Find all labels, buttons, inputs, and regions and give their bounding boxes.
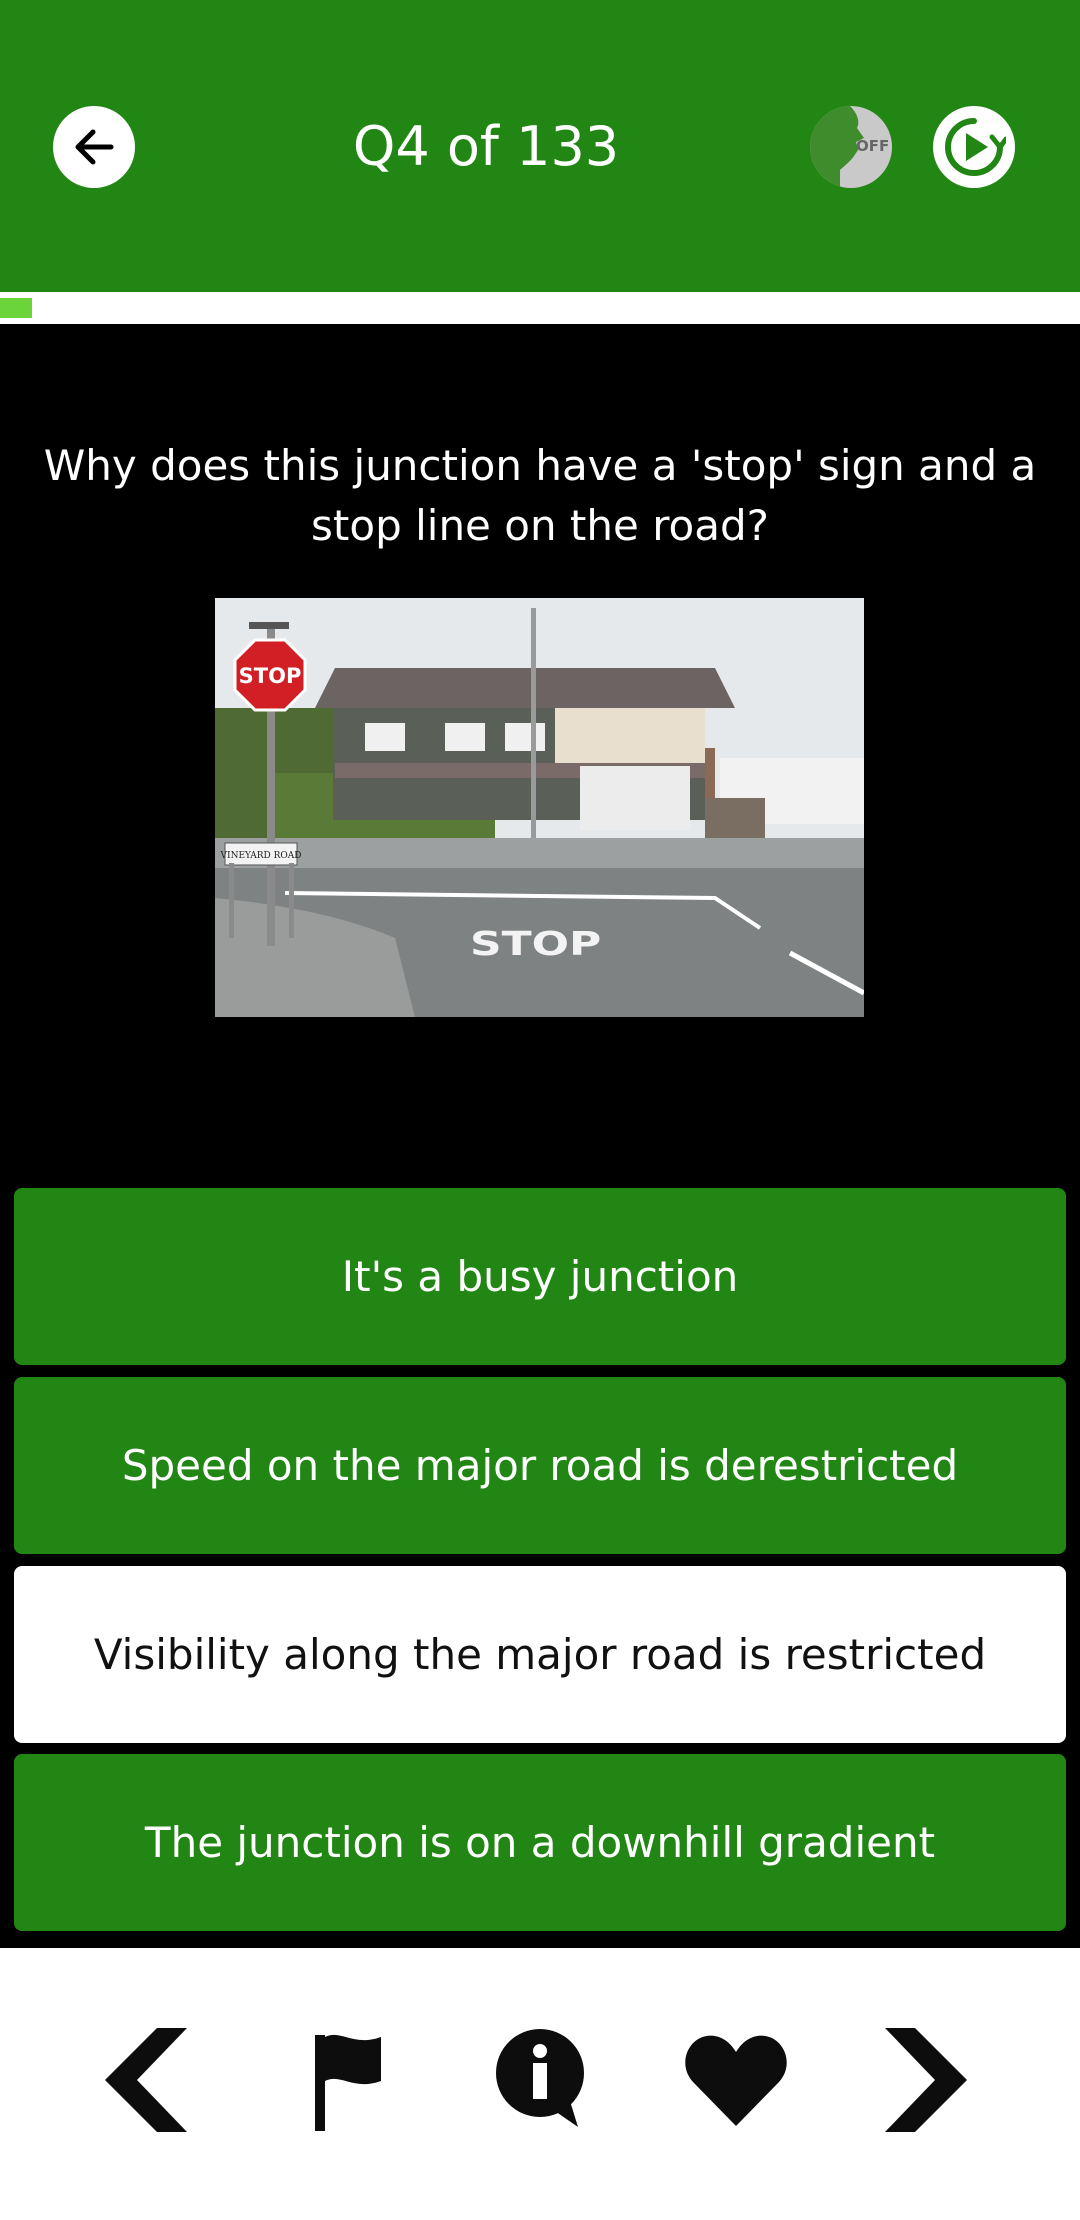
chevron-left-icon <box>105 2028 187 2132</box>
flag-question-button[interactable] <box>286 2020 406 2140</box>
answer-label: It's a busy junction <box>341 1252 739 1301</box>
question-image: STOP STOP VINEYARD ROAD <box>215 598 864 1017</box>
question-text: Why does this junction have a 'stop' sig… <box>43 441 1037 550</box>
next-question-button[interactable] <box>870 2020 990 2140</box>
answer-label: Visibility along the major road is restr… <box>93 1630 987 1679</box>
info-bubble-icon <box>496 2029 584 2127</box>
replay-icon <box>945 118 1006 176</box>
progress-fill <box>0 298 33 318</box>
answer-option[interactable]: It's a busy junction <box>14 1188 1066 1365</box>
answer-option[interactable]: Speed on the major road is derestricted <box>14 1377 1066 1554</box>
road-marking-text: STOP <box>470 925 601 963</box>
heart-icon <box>685 2035 787 2126</box>
flag-icon <box>315 2034 381 2131</box>
answer-option[interactable]: Visibility along the major road is restr… <box>14 1566 1066 1743</box>
favorite-button[interactable] <box>676 2020 796 2140</box>
stop-sign-text: STOP <box>239 664 302 688</box>
voice-toggle-button[interactable]: OFF <box>810 106 892 188</box>
previous-question-button[interactable] <box>82 2020 202 2140</box>
answer-label: The junction is on a downhill gradient <box>144 1818 936 1867</box>
answer-option[interactable]: The junction is on a downhill gradient <box>14 1754 1066 1931</box>
answer-label: Speed on the major road is derestricted <box>121 1441 959 1490</box>
info-button[interactable] <box>480 2020 600 2140</box>
chevron-right-icon <box>885 2028 967 2132</box>
replay-button[interactable] <box>933 106 1015 188</box>
header-bar: Q4 of 133 OFF <box>0 0 1080 292</box>
voice-toggle-state: OFF <box>856 137 890 155</box>
street-name-sign-text: VINEYARD ROAD <box>220 851 302 861</box>
progress-bar <box>0 292 1080 324</box>
